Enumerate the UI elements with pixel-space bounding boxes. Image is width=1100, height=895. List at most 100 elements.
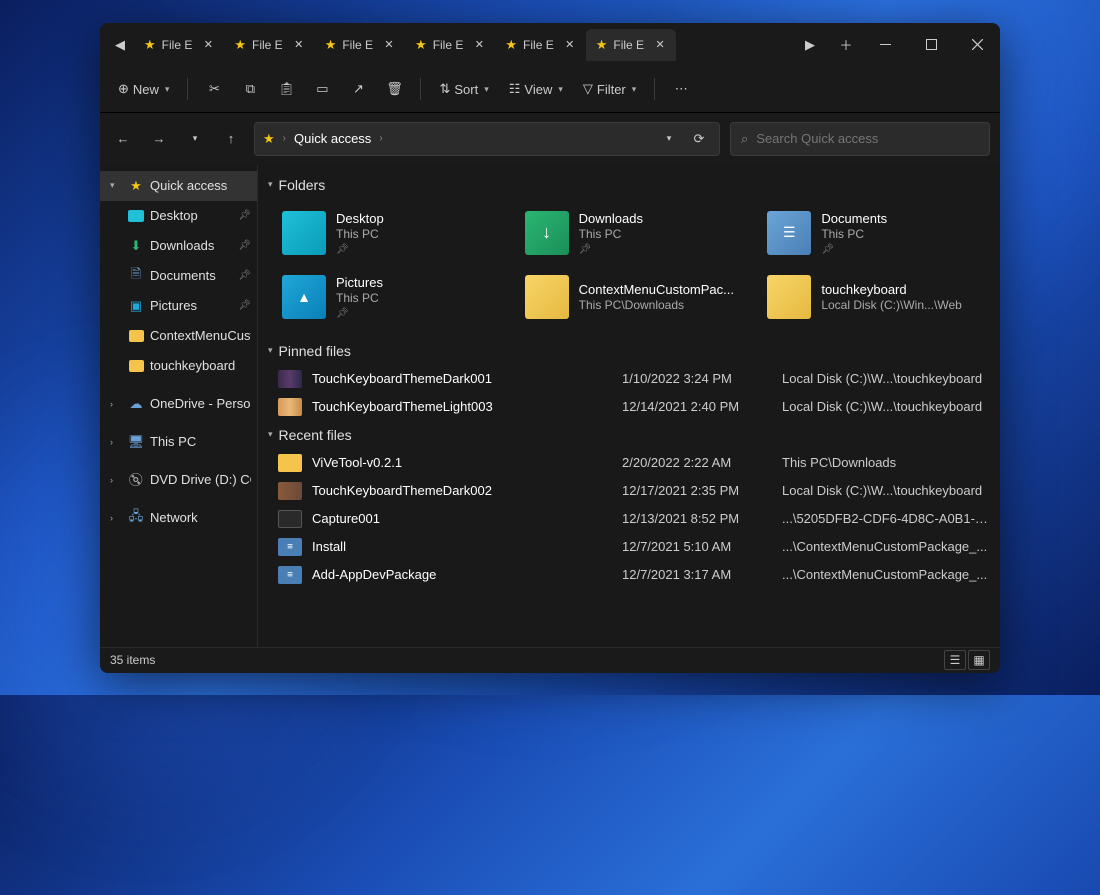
file-thumbnail bbox=[278, 482, 302, 500]
details-view-button[interactable]: ☰ bbox=[944, 650, 966, 670]
close-tab-button[interactable]: ✕ bbox=[381, 37, 397, 53]
address-bar[interactable]: ★ › Quick access › ▾ ⟳ bbox=[254, 122, 720, 156]
file-row[interactable]: ViVeTool-v0.2.1 2/20/2022 2:22 AM This P… bbox=[278, 449, 998, 477]
tab[interactable]: ★ File E ✕ bbox=[224, 29, 314, 61]
sidebar-pictures[interactable]: ▣ Pictures 📌︎ bbox=[100, 291, 257, 321]
folder-icon bbox=[282, 211, 326, 255]
sidebar-onedrive[interactable]: › ☁ OneDrive - Personal bbox=[100, 389, 257, 419]
file-row[interactable]: Capture001 12/13/2021 8:52 PM ...\5205DF… bbox=[278, 505, 998, 533]
chevron-down-icon: ▾ bbox=[110, 180, 122, 191]
sidebar-documents[interactable]: 🗎︎ Documents 📌︎ bbox=[100, 261, 257, 291]
tab[interactable]: ★ File E ✕ bbox=[405, 29, 495, 61]
folder-location: This PC bbox=[821, 227, 887, 241]
file-row[interactable]: TouchKeyboardThemeDark002 12/17/2021 2:3… bbox=[278, 477, 998, 505]
folder-item[interactable]: Downloads This PC 📌︎ bbox=[521, 203, 756, 263]
folder-item[interactable]: Pictures This PC 📌︎ bbox=[278, 267, 513, 327]
close-tab-button[interactable]: ✕ bbox=[652, 37, 668, 53]
tab-scroll-left[interactable]: ◀ bbox=[106, 29, 134, 61]
folder-location: This PC\Downloads bbox=[579, 298, 734, 312]
group-label: Recent files bbox=[279, 427, 352, 443]
file-date: 12/7/2021 3:17 AM bbox=[622, 567, 772, 582]
paste-button[interactable]: 📋︎ bbox=[270, 73, 302, 105]
sidebar-touchkeyboard-folder[interactable]: touchkeyboard bbox=[100, 351, 257, 381]
tab-label: File E bbox=[252, 38, 283, 52]
search-input[interactable] bbox=[756, 131, 979, 146]
content-pane: ▾ Folders Desktop This PC 📌︎ Downloads T… bbox=[258, 165, 1000, 647]
file-location: ...\5205DFB2-CDF6-4D8C-A0B1-3... bbox=[782, 511, 988, 526]
chevron-right-icon: › bbox=[110, 399, 122, 409]
file-row[interactable]: Add-AppDevPackage 12/7/2021 3:17 AM ...\… bbox=[278, 561, 998, 589]
folder-item[interactable]: touchkeyboard Local Disk (C:)\Win...\Web bbox=[763, 267, 998, 327]
star-icon: ★ bbox=[263, 131, 275, 147]
sidebar-contextmenu-folder[interactable]: ContextMenuCust bbox=[100, 321, 257, 351]
close-window-button[interactable] bbox=[954, 23, 1000, 67]
delete-button[interactable]: 🗑︎ bbox=[378, 73, 410, 105]
tab[interactable]: ★ File E ✕ bbox=[586, 29, 676, 61]
cut-button[interactable]: ✂ bbox=[198, 73, 230, 105]
tab-label: File E bbox=[523, 38, 554, 52]
more-button[interactable]: ⋯ bbox=[665, 73, 697, 105]
sort-icon: ⇅ bbox=[439, 81, 450, 97]
chevron-right-icon: › bbox=[379, 133, 382, 144]
file-row[interactable]: TouchKeyboardThemeDark001 1/10/2022 3:24… bbox=[278, 365, 998, 393]
tab-label: File E bbox=[613, 38, 644, 52]
folder-item[interactable]: ContextMenuCustomPac... This PC\Download… bbox=[521, 267, 756, 327]
star-icon: ★ bbox=[596, 37, 608, 53]
search-box[interactable]: ⌕ bbox=[730, 122, 990, 156]
sidebar-downloads[interactable]: ⬇ Downloads 📌︎ bbox=[100, 231, 257, 261]
up-button[interactable]: ↑ bbox=[218, 123, 244, 155]
chevron-right-icon: › bbox=[110, 513, 122, 523]
sidebar-this-pc[interactable]: › 🖥︎ This PC bbox=[100, 427, 257, 457]
downloads-icon: ⬇ bbox=[128, 238, 144, 254]
recent-locations-button[interactable]: ▾ bbox=[182, 123, 208, 155]
file-row[interactable]: TouchKeyboardThemeLight003 12/14/2021 2:… bbox=[278, 393, 998, 421]
view-button[interactable]: ☷ View ▾ bbox=[501, 73, 571, 105]
chevron-down-icon: ▾ bbox=[268, 429, 273, 440]
maximize-button[interactable] bbox=[908, 23, 954, 67]
folder-item[interactable]: Desktop This PC 📌︎ bbox=[278, 203, 513, 263]
tab[interactable]: ★ File E ✕ bbox=[134, 29, 224, 61]
group-folders-header[interactable]: ▾ Folders bbox=[264, 171, 998, 199]
group-recent-header[interactable]: ▾ Recent files bbox=[264, 421, 998, 449]
cloud-icon: ☁ bbox=[128, 396, 144, 412]
disc-icon: 💿︎ bbox=[128, 472, 144, 488]
sidebar-quick-access[interactable]: ▾ ★ Quick access bbox=[100, 171, 257, 201]
share-icon: ↗ bbox=[353, 81, 364, 97]
copy-button[interactable]: ⧉ bbox=[234, 73, 266, 105]
close-tab-button[interactable]: ✕ bbox=[562, 37, 578, 53]
folder-icon bbox=[282, 275, 326, 319]
close-tab-button[interactable]: ✕ bbox=[291, 37, 307, 53]
forward-button[interactable]: → bbox=[146, 123, 172, 155]
sidebar-dvd-drive[interactable]: › 💿︎ DVD Drive (D:) CCCO bbox=[100, 465, 257, 495]
file-location: ...\ContextMenuCustomPackage_... bbox=[782, 567, 988, 582]
close-tab-button[interactable]: ✕ bbox=[200, 37, 216, 53]
group-pinned-header[interactable]: ▾ Pinned files bbox=[264, 337, 998, 365]
tab-scroll-right[interactable]: ▶ bbox=[796, 29, 824, 61]
rename-button[interactable]: ▭ bbox=[306, 73, 338, 105]
file-name: TouchKeyboardThemeLight003 bbox=[312, 399, 612, 414]
tab[interactable]: ★ File E ✕ bbox=[495, 29, 585, 61]
sidebar-network[interactable]: › 🖧︎ Network bbox=[100, 503, 257, 533]
sidebar-desktop[interactable]: Desktop 📌︎ bbox=[100, 201, 257, 231]
file-row[interactable]: Install 12/7/2021 5:10 AM ...\ContextMen… bbox=[278, 533, 998, 561]
sort-button[interactable]: ⇅ Sort ▾ bbox=[431, 73, 496, 105]
new-button[interactable]: ⊕ New ▾ bbox=[110, 73, 177, 105]
close-tab-button[interactable]: ✕ bbox=[471, 37, 487, 53]
filter-button[interactable]: ▽ Filter ▾ bbox=[575, 73, 644, 105]
tab[interactable]: ★ File E ✕ bbox=[315, 29, 405, 61]
refresh-button[interactable]: ⟳ bbox=[687, 127, 711, 151]
new-tab-button[interactable]: ＋ bbox=[830, 29, 862, 61]
folder-item[interactable]: Documents This PC 📌︎ bbox=[763, 203, 998, 263]
file-date: 12/17/2021 2:35 PM bbox=[622, 483, 772, 498]
share-button[interactable]: ↗ bbox=[342, 73, 374, 105]
filter-icon: ▽ bbox=[583, 81, 593, 97]
chevron-right-icon: › bbox=[283, 133, 286, 144]
minimize-button[interactable] bbox=[862, 23, 908, 67]
back-button[interactable]: ← bbox=[110, 123, 136, 155]
file-location: Local Disk (C:)\W...\touchkeyboard bbox=[782, 483, 988, 498]
address-dropdown[interactable]: ▾ bbox=[657, 127, 681, 151]
large-icons-view-button[interactable]: ▦ bbox=[968, 650, 990, 670]
file-name: TouchKeyboardThemeDark001 bbox=[312, 371, 612, 386]
breadcrumb-quick-access[interactable]: Quick access bbox=[294, 131, 371, 146]
tab-label: File E bbox=[162, 38, 193, 52]
